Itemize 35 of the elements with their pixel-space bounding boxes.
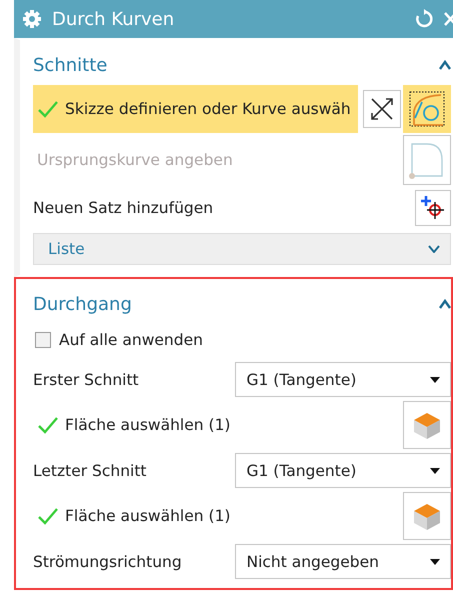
checkbox-label: Auf alle anwenden [59, 331, 203, 349]
check-icon [37, 506, 59, 526]
row-label: Erster Schnitt [33, 370, 140, 388]
section-title: Schnitte [33, 54, 108, 76]
face-select-button[interactable] [403, 492, 451, 540]
row-label: Letzter Schnitt [33, 462, 148, 480]
dropdown[interactable]: G1 (Tangente) [235, 362, 451, 397]
add-set-button[interactable] [415, 190, 451, 226]
dropdown[interactable]: G1 (Tangente) [235, 453, 451, 488]
diagonal-arrows-icon [369, 96, 395, 122]
reset-icon[interactable] [414, 9, 434, 29]
dropdown-arrow-icon [430, 376, 440, 382]
curve-icon [407, 89, 447, 129]
collapse-icon[interactable] [439, 299, 451, 309]
selection-step[interactable]: Fläche auswählen (1) [33, 405, 230, 445]
dropdown-arrow-icon [430, 558, 440, 564]
curve-select-button[interactable] [403, 85, 451, 133]
reverse-direction-button[interactable] [363, 90, 401, 128]
checkbox[interactable] [35, 332, 51, 348]
list-bar[interactable]: Liste [33, 233, 451, 265]
collapse-icon[interactable] [439, 60, 451, 70]
dropdown-arrow-icon [430, 468, 440, 474]
row-label: Strömungsrichtung [33, 552, 183, 570]
dropdown[interactable]: Nicht angegeben [235, 544, 451, 579]
check-icon [37, 99, 59, 119]
row-label: Neuen Satz hinzufügen [33, 199, 214, 217]
selection-step[interactable]: Skizze definieren oder Kurve auswäh [33, 85, 358, 133]
settings-icon[interactable] [22, 9, 42, 29]
window-title: Durch Kurven [52, 8, 176, 30]
face-select-button[interactable] [403, 401, 451, 449]
chevron-icon [428, 245, 440, 253]
selection-step[interactable]: Fläche auswählen (1) [33, 496, 230, 536]
plus-crosshair-icon [420, 195, 446, 221]
check-icon [37, 415, 59, 435]
section-title: Durchgang [33, 294, 133, 314]
